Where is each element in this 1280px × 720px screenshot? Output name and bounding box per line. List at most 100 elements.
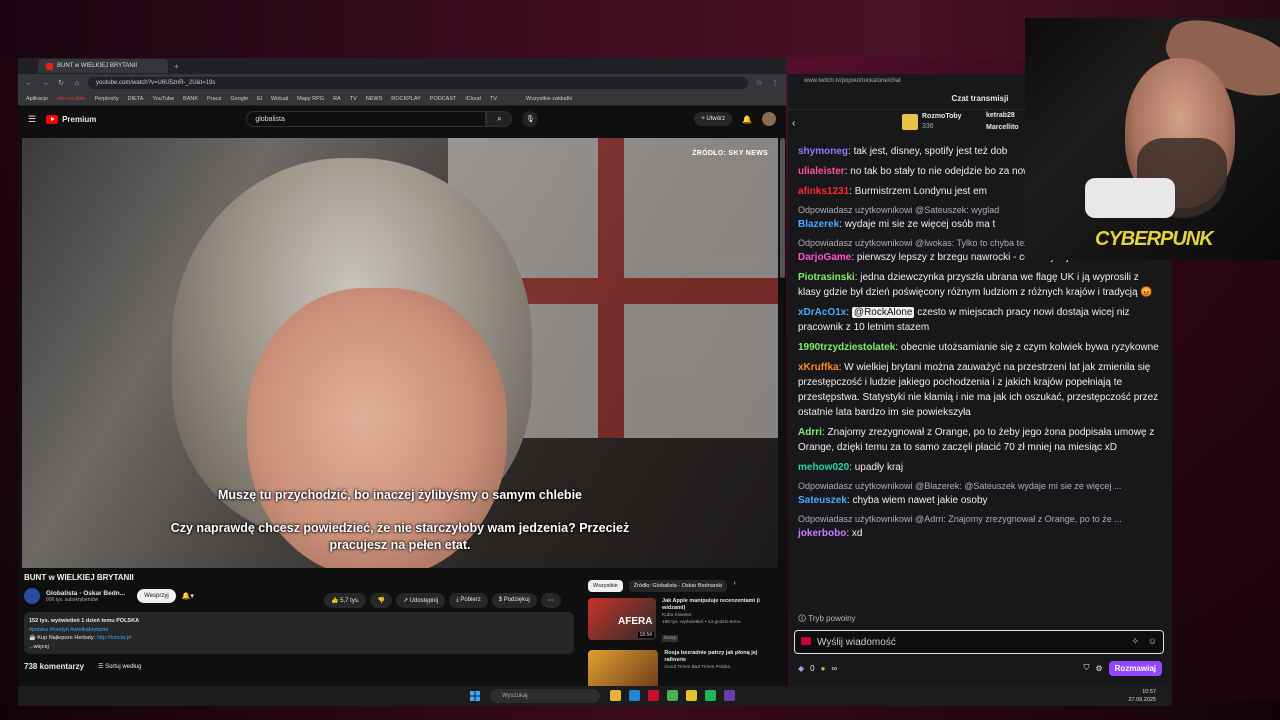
page-scrollbar[interactable] xyxy=(780,138,785,278)
rec-item[interactable]: AFERA 18:54 Jak Apple manipuluje recenze… xyxy=(588,598,778,644)
leader-user[interactable]: RozmoToby xyxy=(922,113,962,120)
bell-icon[interactable]: 🔔 xyxy=(742,115,752,124)
chat-username[interactable]: Adrri xyxy=(798,427,822,438)
channel-points-icon[interactable]: ● xyxy=(821,664,826,673)
more-link[interactable]: ...więcej xyxy=(29,643,569,652)
subscription-bell-icon[interactable]: 🔔▾ xyxy=(182,592,194,600)
all-bookmarks[interactable]: Wszystkie zakładki xyxy=(526,96,572,102)
chat-username[interactable]: afinks1231 xyxy=(798,186,849,197)
bookmark-item[interactable]: DIETA xyxy=(128,96,144,102)
rec-thumbnail[interactable]: AFERA 18:54 xyxy=(588,598,657,640)
thanks-button[interactable]: $ Podziękuj xyxy=(491,593,537,608)
file-explorer-icon[interactable] xyxy=(610,690,621,701)
chat-username[interactable]: Piotrasinski xyxy=(798,272,855,283)
like-button[interactable]: 👍 5,7 tys. xyxy=(324,593,367,608)
bookmark-item[interactable]: El xyxy=(257,96,262,102)
reload-icon[interactable]: ↻ xyxy=(56,79,66,87)
description-box[interactable]: 152 tys. wyświetleń 1 dzień temu POLSKA … xyxy=(24,612,574,654)
bookmark-item[interactable]: TV xyxy=(490,96,497,102)
rec-title[interactable]: Rosja bezradnie patrzy jak płoną jej raf… xyxy=(664,650,778,664)
dislike-button[interactable]: 👎 xyxy=(370,593,392,608)
star-icon[interactable]: ☆ xyxy=(754,79,764,87)
emote-icon[interactable]: ☺ xyxy=(1148,636,1157,646)
desc-link[interactable]: http://tuncia.pl xyxy=(97,635,131,641)
chat-reply-context[interactable]: Odpowiadasz użytkownikowi @Adrri: Znajom… xyxy=(798,513,1162,525)
chat-username[interactable]: mehow020 xyxy=(798,462,849,473)
chat-button[interactable]: Rozmawiaj xyxy=(1108,660,1162,676)
chevron-right-icon[interactable]: › xyxy=(733,580,735,592)
rec-title[interactable]: Jak Apple manipuluje recenzentami (i wid… xyxy=(662,598,778,612)
leader-user-3[interactable]: Marcellito xyxy=(986,124,1019,131)
chat-username[interactable]: ulialeister xyxy=(798,166,845,177)
mic-icon[interactable]: 🎙 xyxy=(522,111,539,127)
leader-user-2[interactable]: ketrab28 xyxy=(986,112,1015,119)
video-player[interactable]: ŹRÓDŁO: SKY NEWS Muszę tu przychodzić, b… xyxy=(22,138,778,568)
chat-username[interactable]: 1990trzydziestolatek xyxy=(798,342,895,353)
chat-reply-context[interactable]: Odpowiadasz użytkownikowi @Blazerek: @Sa… xyxy=(798,480,1162,492)
chrome-icon[interactable] xyxy=(667,690,678,701)
channel-avatar[interactable] xyxy=(24,588,40,604)
bits-icon[interactable]: ◆ xyxy=(798,664,804,673)
chip-all[interactable]: Wszystkie xyxy=(588,580,623,592)
sort-button[interactable]: ☰ Sortuj według xyxy=(98,663,141,670)
bookmark-item[interactable]: Aplikacje xyxy=(26,96,48,102)
bookmark-item[interactable]: BANK xyxy=(183,96,198,102)
bookmark-item[interactable]: Praca xyxy=(207,96,221,102)
system-clock[interactable]: 10:57 27.09.2025 xyxy=(1128,688,1156,704)
bookmark-item[interactable]: NEWS xyxy=(366,96,383,102)
support-button[interactable]: Wesprzyj xyxy=(137,589,176,603)
download-button[interactable]: ⤓ Pobierz xyxy=(449,593,488,608)
search-input[interactable]: globalista xyxy=(246,111,487,127)
spotify-icon[interactable] xyxy=(705,690,716,701)
share-button[interactable]: ↗ Udostępnij xyxy=(395,593,446,608)
chip-source[interactable]: Źródło: Globalista - Oskar Bednarski xyxy=(628,580,728,592)
bookmark-item[interactable]: oko na dole xyxy=(57,96,85,102)
bookmark-item[interactable]: TV xyxy=(350,96,357,102)
channel-name[interactable]: Globalista - Oskar Bedn... xyxy=(46,590,125,597)
sticky-notes-icon[interactable] xyxy=(686,690,697,701)
hashtags[interactable]: #polska #londyn #wielkabrytania xyxy=(29,626,569,635)
extensions-icon[interactable]: ⋮ xyxy=(770,79,780,87)
bookmark-item[interactable]: PODCAST xyxy=(430,96,457,102)
bookmark-item[interactable]: Wirtual xyxy=(271,96,288,102)
youtube-logo[interactable]: Premium xyxy=(46,114,96,124)
chat-username[interactable]: xKruffka xyxy=(798,362,839,373)
create-button[interactable]: + Utwórz xyxy=(694,112,733,126)
bookmark-item[interactable]: YouTube xyxy=(152,96,174,102)
collapse-icon[interactable]: ‹ xyxy=(792,118,795,129)
bookmark-item[interactable]: ROCKPLAY xyxy=(391,96,421,102)
back-icon[interactable]: ← xyxy=(24,80,34,87)
search-button[interactable]: ⌕ xyxy=(486,111,513,127)
chat-username[interactable]: xDrAcO1x xyxy=(798,307,846,318)
menu-icon[interactable]: ☰ xyxy=(28,114,36,125)
edge-icon[interactable] xyxy=(629,690,640,701)
taskbar-search[interactable]: Wyszukaj xyxy=(490,689,600,703)
rec-item[interactable]: Rosja bezradnie patrzy jak płoną jej raf… xyxy=(588,650,778,686)
forward-icon[interactable]: → xyxy=(40,80,50,87)
obs-icon[interactable] xyxy=(724,690,735,701)
chat-username[interactable]: Sateuszek xyxy=(798,495,847,506)
chat-input[interactable]: Wyślij wiadomość ✧ ☺ xyxy=(794,630,1164,654)
bookmark-item[interactable]: Perplexity xyxy=(94,96,118,102)
avatar[interactable] xyxy=(762,112,776,126)
bookmark-item[interactable]: RA xyxy=(333,96,341,102)
url-field[interactable]: youtube.com/watch?v=U6U5znR-_2U&t=19s xyxy=(88,77,748,89)
chat-mention[interactable]: @RockAlone xyxy=(851,307,915,318)
home-icon[interactable]: ⌂ xyxy=(72,80,82,87)
rec-thumbnail[interactable] xyxy=(588,650,659,686)
sparkle-icon[interactable]: ✧ xyxy=(1131,636,1139,647)
windows-start-icon[interactable] xyxy=(470,691,480,701)
bookmark-item[interactable]: Mapy RPG xyxy=(297,96,324,102)
browser-tab-active[interactable]: BUNT w WIELKIEJ BRYTANII xyxy=(38,59,168,73)
bookmark-item[interactable]: Google xyxy=(230,96,248,102)
shield-icon[interactable]: ⛉ xyxy=(1083,663,1089,673)
new-tab-icon[interactable]: + xyxy=(174,62,179,71)
chat-username[interactable]: shymoneg xyxy=(798,146,848,157)
chat-username[interactable]: jokerbobo xyxy=(798,528,846,539)
opera-icon[interactable] xyxy=(648,690,659,701)
chat-username[interactable]: DarjoGame xyxy=(798,252,851,263)
gear-icon[interactable]: ⚙ xyxy=(1095,664,1102,673)
bookmark-item[interactable]: iCloud xyxy=(465,96,481,102)
chat-username[interactable]: Blazerek xyxy=(798,219,839,230)
more-actions-icon[interactable]: ⋯ xyxy=(540,593,561,608)
